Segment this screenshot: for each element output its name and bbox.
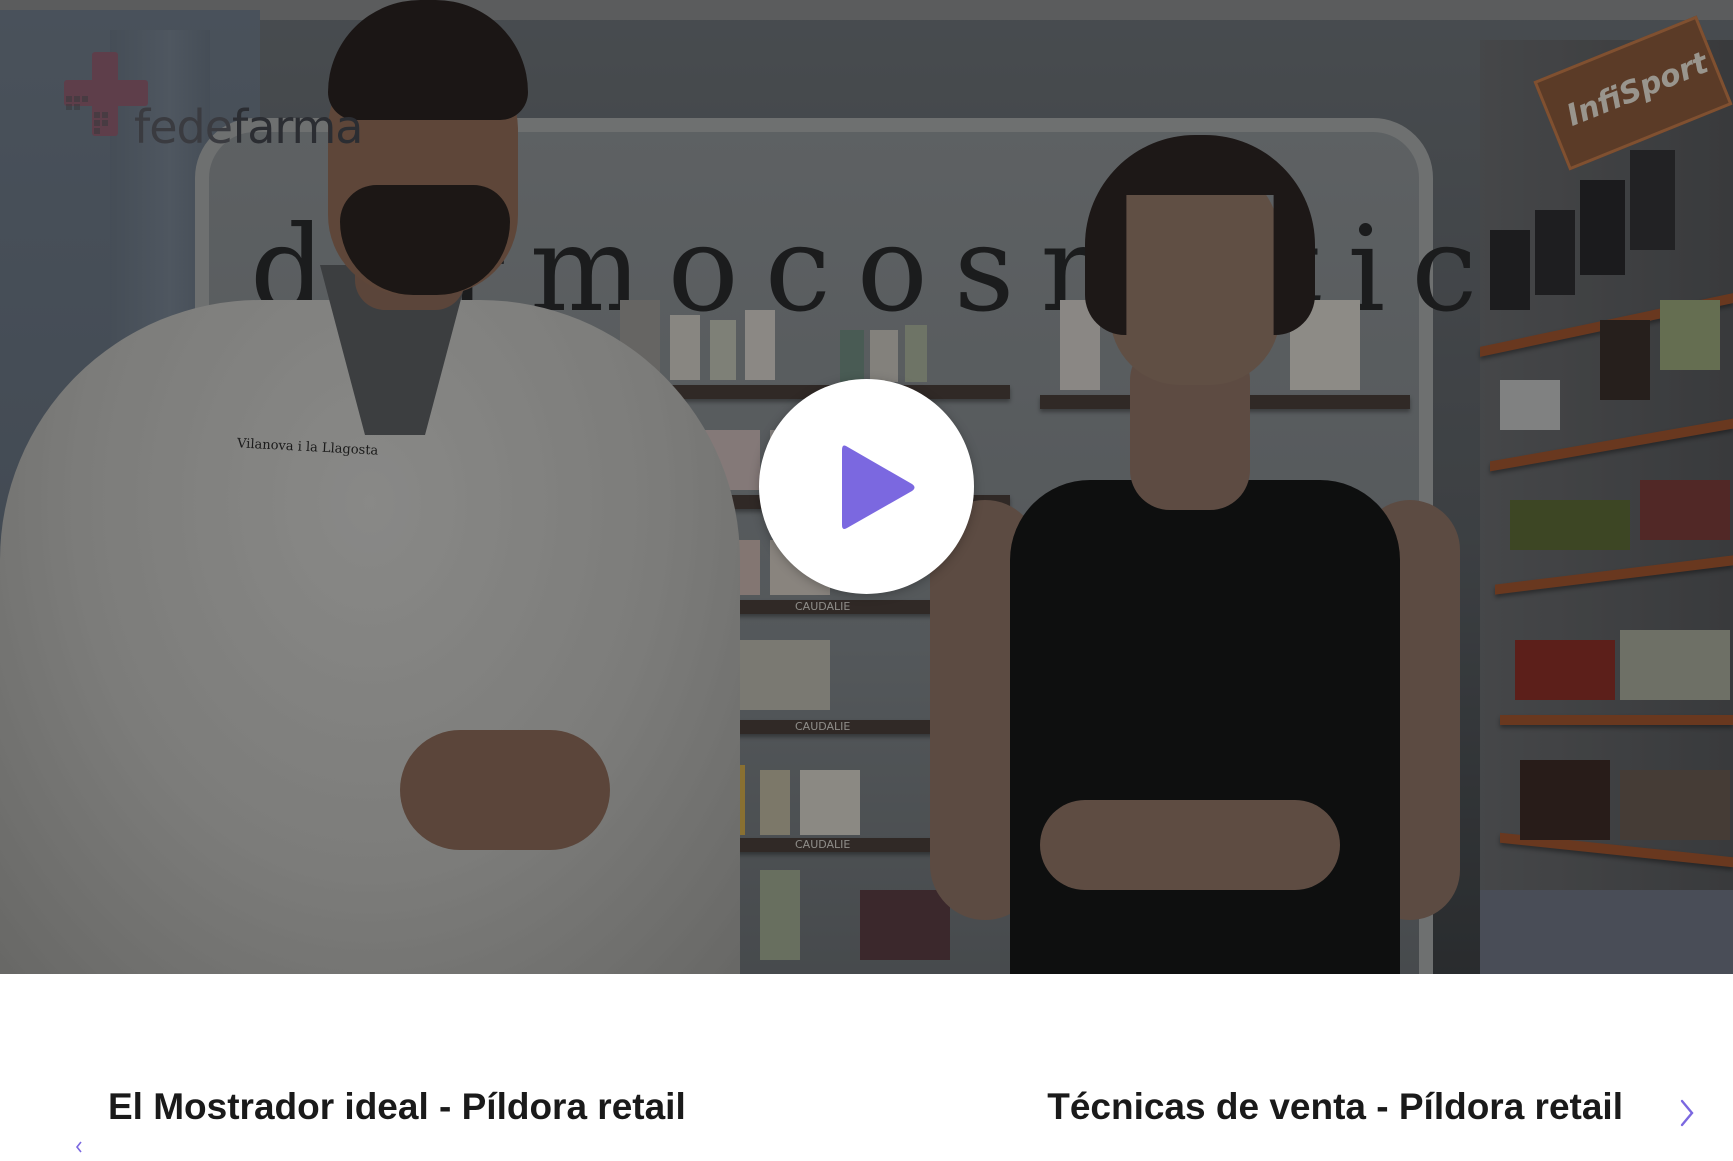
prev-video-link[interactable]: El Mostrador ideal - Píldora retail [108,1086,686,1128]
chevron-left-icon[interactable] [74,1140,84,1154]
play-icon [842,445,915,529]
logo-wordmark: fedefarma [134,100,363,154]
video-player[interactable]: dermocosmética CAUDALIE CAUDALIE CAUDALI… [0,0,1733,974]
page: dermocosmética CAUDALIE CAUDALIE CAUDALI… [0,0,1733,1161]
video-carousel-nav: El Mostrador ideal - Píldora retail Técn… [0,974,1733,1161]
fedefarma-logo: fedefarma [64,52,384,154]
play-button[interactable] [759,379,974,594]
next-video-link[interactable]: Técnicas de venta - Píldora retail [1047,1086,1623,1128]
chevron-right-icon[interactable] [1677,1098,1697,1128]
logo-text-bold: farma [232,100,363,154]
logo-text-light: fede [134,100,233,154]
